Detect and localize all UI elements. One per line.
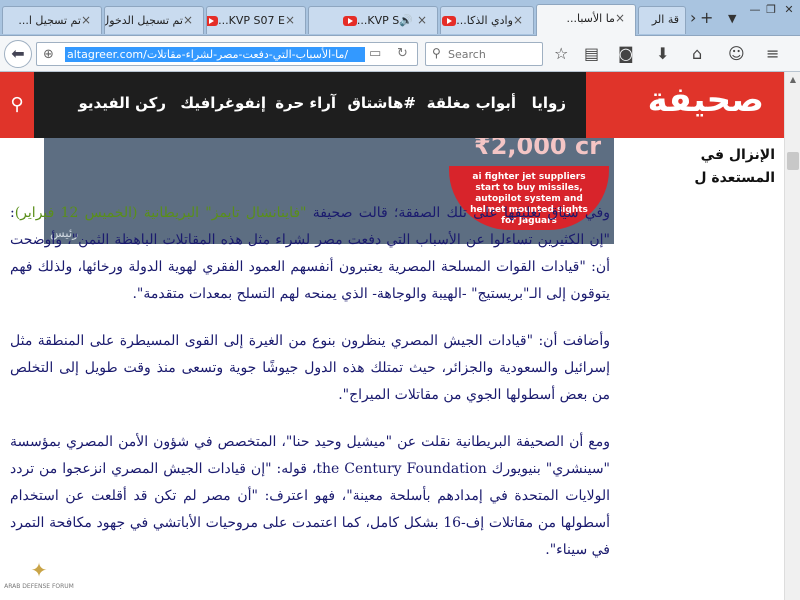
tab-strip: ×تم تسجيل ا... ×تم تسجيل الدخول ×KVP S07…	[0, 0, 800, 36]
teaser-line: الإنزال في	[700, 147, 775, 163]
close-icon[interactable]: ×	[183, 13, 193, 27]
close-icon[interactable]: ×	[615, 11, 625, 25]
tab-label: تم تسجيل الدخول	[104, 14, 183, 27]
paragraph-3: ومع أن الصحيفة البريطانية نقلت عن "ميشيل…	[10, 434, 610, 558]
close-window-icon[interactable]: ✕	[782, 4, 796, 16]
watermark-logo: ✦ ARAB DEFENSE FORUM	[0, 557, 78, 600]
paragraph-1: وفي سياق تعليقها على تلك الصفقة؛ قالت صح…	[10, 205, 610, 302]
youtube-icon	[442, 16, 457, 26]
teaser-line: المستعدة ل	[694, 170, 775, 186]
logo-area: صحيفة	[586, 72, 784, 138]
url-text[interactable]: altagreer.com/ما-الأسباب-التي-دفعت-مصر-ل…	[65, 47, 365, 62]
page-content: ₹2,000 cr ai fighter jet suppliers start…	[0, 72, 784, 600]
address-bar[interactable]: ⊕ altagreer.com/ما-الأسباب-التي-دفعت-مصر…	[36, 42, 418, 66]
vertical-scrollbar[interactable]: ▲	[784, 72, 800, 600]
eagle-icon: ✦	[30, 558, 48, 582]
scrollbar-thumb[interactable]	[787, 152, 799, 170]
tab-scroll-icon[interactable]: ›	[690, 8, 696, 27]
tab-7[interactable]: قة الر	[638, 6, 686, 34]
image-money-text: ₹2,000 cr	[474, 138, 602, 160]
nav-item-closed-doors[interactable]: أبواب مغلقة	[427, 94, 516, 112]
close-icon[interactable]: ×	[417, 13, 427, 27]
back-button[interactable]: ⬅	[4, 40, 32, 68]
tab-list-icon[interactable]: ▼	[728, 12, 736, 25]
menu-icon[interactable]: ≡	[766, 44, 779, 63]
new-tab-icon[interactable]: +	[700, 8, 713, 27]
tab-1[interactable]: ×تم تسجيل ا...	[2, 6, 102, 34]
globe-icon: ⊕	[43, 47, 54, 62]
sidebar-teaser[interactable]: الإنزال في المستعدة ل	[655, 144, 775, 190]
close-icon[interactable]: ×	[513, 13, 523, 27]
tab-4[interactable]: × 🔊KVP S...	[308, 6, 438, 34]
reload-icon[interactable]: ↻	[397, 46, 408, 61]
tab-3[interactable]: ×KVP S07 E...	[206, 6, 306, 34]
nav-item-video[interactable]: ركن الفيديو	[79, 94, 166, 112]
tab-label: KVP S...	[356, 14, 400, 27]
tab-label: تم تسجيل ا...	[18, 14, 81, 27]
nav-item-infographic[interactable]: إنفوغرافيك	[180, 94, 266, 112]
search-input[interactable]	[448, 46, 538, 62]
youtube-icon	[207, 16, 219, 26]
tab-active[interactable]: ×ما الأسبا...	[536, 4, 636, 36]
bookmarks-list-icon[interactable]: ▤	[584, 44, 599, 63]
nav-item-hashtag[interactable]: #هاشتاق	[347, 94, 416, 112]
reader-view-icon[interactable]: ▭	[369, 46, 381, 61]
site-header: ⚲ زوايا أبواب مغلقة #هاشتاق آراء حرة إنف…	[0, 72, 784, 138]
scroll-up-icon[interactable]: ▲	[785, 72, 800, 88]
search-box[interactable]: ⚲	[425, 42, 543, 66]
close-icon[interactable]: ×	[285, 13, 295, 27]
tab-label: وادي الذكا...	[456, 14, 513, 27]
navigation-toolbar: ⬅ ⊕ altagreer.com/ما-الأسباب-التي-دفعت-م…	[0, 36, 800, 72]
home-icon[interactable]: ⌂	[692, 44, 702, 63]
minimize-icon[interactable]: —	[748, 4, 762, 16]
site-search-icon[interactable]: ⚲	[0, 72, 34, 138]
search-icon: ⚲	[432, 46, 441, 60]
youtube-icon	[342, 16, 357, 26]
maximize-icon[interactable]: ❐	[764, 4, 778, 16]
paragraph-2: وأضافت أن: "قيادات الجيش المصري ينظرون ب…	[10, 333, 610, 403]
nav-item-zawaya[interactable]: زوايا	[532, 94, 566, 112]
bookmark-star-icon[interactable]: ☆	[554, 44, 568, 63]
speaker-icon[interactable]: 🔊	[399, 14, 413, 27]
site-nav: ⚲ زوايا أبواب مغلقة #هاشتاق آراء حرة إنف…	[0, 72, 586, 138]
tab-label: قة الر	[651, 13, 679, 26]
article-body: وفي سياق تعليقها على تلك الصفقة؛ قالت صح…	[10, 200, 610, 584]
close-icon[interactable]: ×	[81, 13, 91, 27]
highlight-text[interactable]: "فاينانشال تايمز" البريطانية (الخميس 12 …	[15, 205, 307, 221]
tab-2[interactable]: ×تم تسجيل الدخول	[104, 6, 204, 34]
site-logo[interactable]: صحيفة	[648, 80, 764, 120]
smiley-icon[interactable]: ☺	[728, 44, 745, 63]
tab-5[interactable]: ×وادي الذكا...	[440, 6, 534, 34]
nav-item-opinions[interactable]: آراء حرة	[275, 94, 336, 112]
pocket-icon[interactable]: ◙	[618, 44, 634, 63]
tab-label: ما الأسبا...	[566, 12, 615, 25]
download-icon[interactable]: ⬇	[656, 44, 669, 63]
tab-label: KVP S07 E...	[218, 14, 285, 27]
